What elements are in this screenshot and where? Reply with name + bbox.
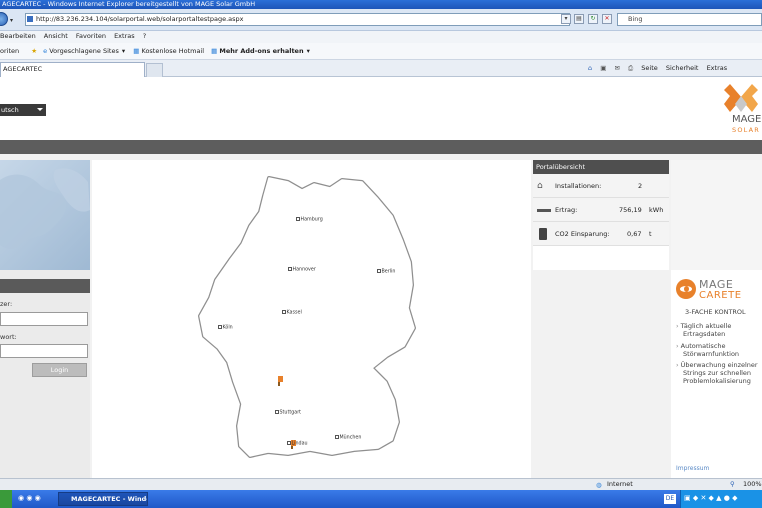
menu-view[interactable]: Ansicht <box>44 32 68 40</box>
co2-label: CO2 Einsparung: <box>555 230 610 238</box>
tab-label: AGECARTEC <box>3 65 43 73</box>
city-lindau[interactable]: Lindau <box>287 441 308 446</box>
star-icon: ★ <box>31 47 38 55</box>
chevron-down-icon[interactable]: ▾ <box>10 17 13 24</box>
safety-menu[interactable]: Sicherheit <box>666 64 699 72</box>
dropdown-button[interactable]: ▾ <box>561 14 571 24</box>
city-hamburg[interactable]: Hamburg <box>296 217 323 222</box>
address-toolbar: ▾ http://83.236.234.104/solarportal.web/… <box>0 9 762 31</box>
city-kassel[interactable]: Kassel <box>282 310 302 315</box>
suggested-sites-link[interactable]: Vorgeschlagene Sites <box>49 47 119 55</box>
svg-text:SOLAR: SOLAR <box>732 126 760 134</box>
co2-icon <box>539 228 547 240</box>
toolbar-right: ⌂ ▣ ✉ ⎙ Seite Sicherheit Extras <box>588 62 727 74</box>
window-title: AGECARTEC - Windows Internet Explorer be… <box>0 0 762 9</box>
menu-extras[interactable]: Extras <box>114 32 135 40</box>
mail-icon[interactable]: ✉ <box>614 64 619 72</box>
refresh-icon[interactable]: ↻ <box>588 14 598 24</box>
yield-unit: kWh <box>649 206 664 214</box>
zoom-level[interactable]: 100% <box>743 479 762 490</box>
extras-menu[interactable]: Extras <box>707 64 728 72</box>
hotmail-link[interactable]: Kostenlose Hotmail <box>142 47 205 55</box>
ad-bullet-2: › Automatische Störwarnfunktion <box>676 342 740 358</box>
svg-text:MAGE: MAGE <box>732 114 761 125</box>
taskbar-item-label: MAGECARTEC - Windo... <box>71 495 147 503</box>
addons-icon: ▦ <box>211 47 218 55</box>
co2-row: CO2 Einsparung: 0,67 t <box>533 222 669 246</box>
username-label: zer: <box>0 300 13 308</box>
login-header <box>0 279 90 293</box>
menu-favorites[interactable]: Favoriten <box>76 32 106 40</box>
installations-label: Installationen: <box>555 182 602 190</box>
germany-map[interactable] <box>92 160 531 478</box>
status-bar: ◍ Internet ⚲ 100% <box>0 478 762 490</box>
back-button[interactable] <box>0 12 8 26</box>
city-koeln[interactable]: Köln <box>218 325 233 330</box>
city-stuttgart[interactable]: Stuttgart <box>275 410 301 415</box>
panel-icon <box>537 209 551 212</box>
language-indicator[interactable]: DE <box>664 494 676 504</box>
page-header <box>0 77 762 140</box>
ad-tagline: 3-FACHE KONTROL <box>685 308 746 316</box>
taskbar-item-ie[interactable]: MAGECARTEC - Windo... <box>58 492 148 506</box>
co2-value: 0,67 <box>627 230 642 238</box>
city-hannover[interactable]: Hannover <box>288 267 316 272</box>
search-placeholder: Bing <box>628 15 643 23</box>
yield-row: Ertrag: 756,19 kWh <box>533 198 669 222</box>
feeds-icon[interactable]: ▣ <box>600 64 606 72</box>
city-berlin[interactable]: Berlin <box>377 269 395 274</box>
tab-magecartec[interactable]: AGECARTEC <box>0 62 145 77</box>
url-text: http://83.236.234.104/solarportal.web/so… <box>36 15 244 23</box>
impressum-link[interactable]: Impressum <box>676 465 709 472</box>
chevron-down-icon[interactable]: ▾ <box>307 47 310 55</box>
addons-link[interactable]: Mehr Add-ons erhalten <box>219 47 303 55</box>
mage-solar-logo: MAGE SOLAR <box>724 84 761 134</box>
co2-unit: t <box>649 230 652 238</box>
url-input[interactable]: http://83.236.234.104/solarportal.web/so… <box>25 13 570 26</box>
password-field[interactable] <box>0 344 88 358</box>
house-icon: ⌂ <box>537 181 543 191</box>
username-field[interactable] <box>0 312 88 326</box>
chevron-down-icon[interactable] <box>37 108 43 111</box>
ad-bullet-3: › Überwachung einzelner Strings zur schn… <box>676 361 758 385</box>
map-panel: Hamburg Hannover Berlin Kassel Köln Stut… <box>92 160 531 478</box>
login-button-label: Login <box>50 366 69 374</box>
world-image <box>0 160 90 270</box>
installations-value: 2 <box>638 182 643 190</box>
zone-label: Internet <box>607 480 633 488</box>
favorites-bar: oriten ★ e Vorgeschlagene Sites ▾ ▦ Kost… <box>0 43 762 60</box>
ie-icon: e <box>43 47 48 55</box>
menu-help[interactable]: ? <box>143 32 146 40</box>
zoom-icon[interactable]: ⚲ <box>730 479 735 490</box>
nav-bar <box>0 140 762 154</box>
portal-title: Portalübersicht <box>533 160 669 174</box>
language-value: utsch <box>1 106 19 114</box>
new-tab-button[interactable] <box>146 63 163 77</box>
page-icon <box>27 16 33 22</box>
login-button[interactable]: Login <box>32 363 87 377</box>
right-top-box <box>671 160 762 270</box>
start-button[interactable] <box>0 490 12 508</box>
menu-edit[interactable]: Bearbeiten <box>0 32 36 40</box>
search-input[interactable]: Bing <box>617 13 762 26</box>
favorites-button[interactable]: oriten <box>0 47 19 55</box>
yield-label: Ertrag: <box>555 206 578 214</box>
chevron-down-icon[interactable]: ▾ <box>122 47 125 55</box>
compat-icon[interactable]: ▤ <box>574 14 584 24</box>
page-menu[interactable]: Seite <box>641 64 657 72</box>
stop-icon[interactable]: ✕ <box>602 14 612 24</box>
installations-row: ⌂ Installationen: 2 <box>533 174 669 198</box>
yield-value: 756,19 <box>619 206 642 214</box>
city-muenchen[interactable]: München <box>335 435 361 440</box>
home-icon[interactable]: ⌂ <box>588 64 592 72</box>
password-label: wort: <box>0 333 17 341</box>
ad-bullet-1: › Täglich aktuelle Ertragsdaten <box>676 322 732 338</box>
tray-icons[interactable]: ▣ ◆ ✕ ◆ ▲ ● ◆ <box>684 494 737 502</box>
print-icon[interactable]: ⎙ <box>628 64 633 72</box>
quicklaunch-icons[interactable]: ◉ ◉ ◉ <box>18 494 41 502</box>
eye-icon <box>676 279 696 299</box>
menu-bar: Bearbeiten Ansicht Favoriten Extras ? <box>0 31 762 43</box>
hotmail-icon: ▦ <box>133 47 140 55</box>
ad-brand-bottom: CARETE <box>699 290 742 301</box>
